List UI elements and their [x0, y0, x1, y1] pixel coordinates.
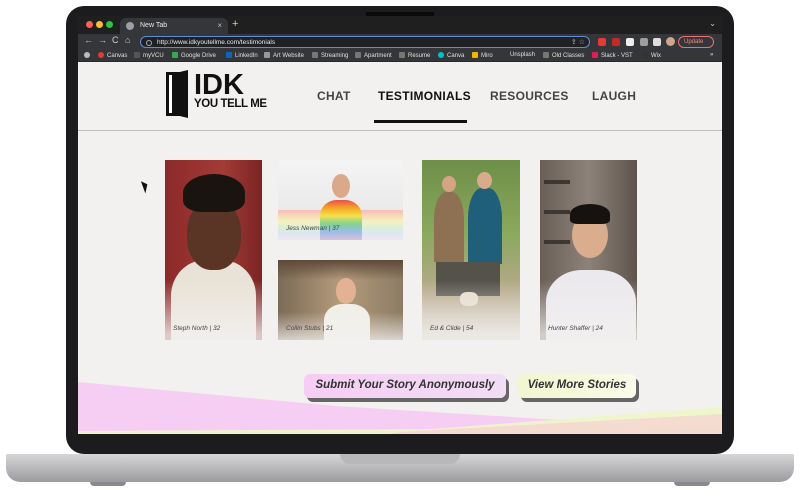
- profile-avatar[interactable]: [666, 37, 675, 46]
- forward-icon[interactable]: →: [98, 35, 107, 45]
- update-button[interactable]: Update: [678, 36, 714, 48]
- bookmarks-overflow-icon[interactable]: »: [710, 52, 713, 58]
- extension-icon[interactable]: [598, 38, 606, 46]
- browser-tab[interactable]: New Tab ×: [120, 18, 228, 34]
- extensions-puzzle-icon[interactable]: [640, 38, 648, 46]
- photo-subject-face: [336, 278, 356, 304]
- photo-subject-hair: [570, 204, 610, 224]
- active-nav-underline: [374, 120, 467, 123]
- laptop-foot: [90, 482, 126, 486]
- web-page: IDK YOU TELL ME CHAT TESTIMONIALS RESOUR…: [78, 62, 722, 434]
- bookmark-item[interactable]: Resume: [399, 52, 430, 59]
- home-icon[interactable]: ⌂: [125, 35, 130, 45]
- extension-icon[interactable]: [612, 38, 620, 46]
- logo-text[interactable]: IDK: [194, 70, 244, 100]
- tab-bar: New Tab × + ⌄: [78, 16, 722, 34]
- bookmark-item[interactable]: Canvas: [98, 52, 127, 59]
- bookmark-item[interactable]: Streaming: [312, 52, 348, 59]
- new-tab-icon[interactable]: +: [232, 18, 238, 30]
- apps-icon[interactable]: [84, 52, 93, 59]
- testimonial-caption: Ed & Clide | 54: [430, 325, 474, 332]
- browser-toolbar: ← → C ⌂ http://www.idkyoutellme.com/test…: [78, 34, 722, 50]
- laptop-foot: [674, 482, 710, 486]
- laptop-base-notch: [340, 454, 460, 464]
- laptop-screen: New Tab × + ⌄ ← → C ⌂ http://www.idkyout…: [78, 16, 722, 434]
- tab-close-icon[interactable]: ×: [217, 21, 222, 30]
- testimonial-caption: Collin Stubs | 21: [286, 325, 334, 332]
- testimonial-card-collin[interactable]: Collin Stubs | 21: [278, 260, 403, 340]
- photo-subject-face: [442, 176, 456, 192]
- site-info-icon[interactable]: [146, 40, 152, 46]
- bookmark-star-icon[interactable]: ⇪ ☆: [571, 38, 585, 46]
- nav-chat[interactable]: CHAT: [317, 89, 351, 103]
- screenshot: New Tab × + ⌄ ← → C ⌂ http://www.idkyout…: [0, 0, 800, 497]
- submit-story-button[interactable]: Submit Your Story Anonymously: [304, 374, 506, 398]
- photo-subject-hair: [183, 174, 245, 212]
- testimonial-card-hunter[interactable]: Hunter Shaffer | 24: [540, 160, 637, 340]
- nav-testimonials[interactable]: TESTIMONIALS: [378, 89, 471, 103]
- bookmark-item[interactable]: Old Classes: [543, 52, 584, 59]
- photo-subject-face: [332, 174, 350, 198]
- tab-title: New Tab: [140, 22, 168, 29]
- bookmark-item[interactable]: myVCU: [134, 52, 164, 59]
- photo-subject: [434, 192, 464, 262]
- logo-door-panel: [172, 70, 188, 118]
- close-window-icon[interactable]: [86, 21, 93, 28]
- nav-laugh[interactable]: LAUGH: [592, 89, 636, 103]
- testimonial-caption: Hunter Shaffer | 24: [548, 325, 603, 332]
- testimonial-card-jess[interactable]: Jess Newman | 37: [278, 160, 403, 240]
- side-panel-icon[interactable]: [653, 38, 661, 46]
- header-divider: [78, 130, 722, 131]
- nav-resources[interactable]: RESOURCES: [490, 89, 569, 103]
- bookmark-item[interactable]: Google Drive: [172, 52, 216, 59]
- testimonial-card-ed-clide[interactable]: Ed & Clide | 54: [422, 160, 520, 340]
- extension-icon[interactable]: [626, 38, 634, 46]
- chrome-tab-icon: [126, 22, 134, 30]
- bookmark-item[interactable]: Unsplash: [510, 52, 535, 58]
- bookmark-item[interactable]: Apartment: [355, 52, 392, 59]
- bookmark-item[interactable]: Wix: [642, 52, 661, 59]
- minimize-window-icon[interactable]: [96, 21, 103, 28]
- tab-search-icon[interactable]: ⌄: [709, 19, 716, 28]
- bookmark-item[interactable]: Miro: [472, 52, 493, 59]
- bookmark-item[interactable]: Canva: [438, 52, 464, 59]
- back-icon[interactable]: ←: [84, 35, 93, 45]
- testimonial-caption: Steph North | 32: [173, 325, 221, 332]
- address-bar[interactable]: http://www.idkyoutellme.com/testimonials…: [140, 36, 590, 48]
- testimonial-card-steph[interactable]: Steph North | 32: [165, 160, 262, 340]
- logo-subtext[interactable]: YOU TELL ME: [194, 98, 267, 110]
- bookmark-item[interactable]: Slack - VST: [592, 52, 633, 59]
- maximize-window-icon[interactable]: [106, 21, 113, 28]
- photo-subject: [468, 188, 502, 264]
- photo-subject-face: [477, 172, 492, 189]
- view-more-stories-button[interactable]: View More Stories: [518, 374, 636, 398]
- bookmark-item[interactable]: Art Website: [264, 52, 304, 59]
- bookmarks-bar: Canvas myVCU Google Drive LinkedIn Art W…: [78, 50, 722, 62]
- bookmark-item[interactable]: LinkedIn: [226, 52, 258, 59]
- testimonial-caption: Jess Newman | 37: [286, 225, 340, 232]
- reload-icon[interactable]: C: [112, 35, 119, 45]
- address-url[interactable]: http://www.idkyoutellme.com/testimonials: [157, 39, 275, 46]
